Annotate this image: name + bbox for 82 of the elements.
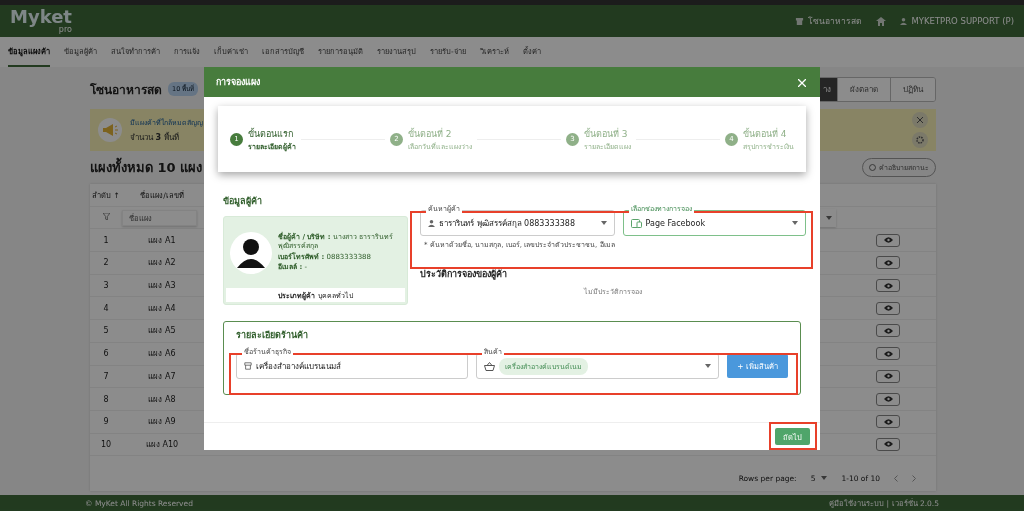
zone-name[interactable]: โซนอาหารสด [808, 14, 863, 28]
dropdown-caret-icon [826, 215, 832, 220]
section-title: ข้อมูลผู้ค้า [223, 195, 263, 208]
highlight-frame [769, 422, 817, 450]
table-cell-text: 8 [102, 394, 110, 404]
table-cell-text: แผง A6 [147, 348, 177, 361]
table-cell-text: แผง A4 [147, 302, 177, 315]
view-button[interactable] [876, 369, 900, 383]
step-title: ขั้นตอนแรก [248, 127, 294, 141]
dropdown-caret-icon [792, 221, 798, 225]
table-cell-text: 4 [102, 303, 110, 313]
eye-icon [883, 373, 893, 380]
dropdown-caret-icon [600, 221, 607, 225]
table-cell-text: แผง A5 [147, 325, 177, 338]
view-button[interactable] [876, 256, 900, 270]
table-cell-text: 2 [102, 258, 110, 268]
table-cell-text: 5 [102, 326, 110, 336]
help-icon [869, 164, 876, 171]
close-icon [917, 117, 923, 123]
eye-icon [883, 237, 893, 244]
close-icon [798, 78, 806, 87]
basket-icon [484, 361, 496, 371]
dropdown-caret-icon [821, 476, 828, 480]
home-icon[interactable] [876, 16, 887, 26]
eye-icon [883, 327, 893, 334]
eye-icon [883, 282, 893, 289]
section-title: รายละเอียดร้านค้า [236, 329, 309, 342]
section-title: ประวัติการจองของผู้ค้า [420, 268, 508, 281]
alert-text: จำนวน 3 พื้นที่ [130, 131, 180, 144]
table-cell-text: แผง A3 [147, 280, 177, 293]
table-cell-text: 6 [102, 349, 110, 359]
view-button[interactable] [876, 437, 900, 451]
page-title: โซนอาหารสด [90, 81, 162, 99]
eye-icon [883, 418, 893, 425]
step-title: ขั้นตอนที่ 2 [408, 127, 453, 141]
table-cell-text: 7 [102, 371, 110, 381]
table-cell-text: แผง A7 [147, 370, 177, 383]
table-cell-text: แผง A9 [147, 416, 177, 429]
view-button[interactable] [876, 233, 900, 247]
view-button[interactable] [876, 415, 900, 429]
user-name[interactable]: MYKETPRO SUPPORT (P) [911, 16, 1014, 26]
close-button[interactable] [912, 112, 928, 128]
devices-icon [630, 218, 642, 228]
view-button[interactable] [876, 301, 900, 315]
view-button[interactable] [876, 347, 900, 361]
field-value: เครื่องสำอางค์แบรนเนมส์ [256, 360, 342, 373]
table-cell-text: แผง A2 [147, 257, 177, 270]
view-button[interactable] [876, 324, 900, 338]
table-cell-text: 9 [102, 417, 110, 427]
step-title: ขั้นตอนที่ 3 [584, 127, 629, 141]
store-icon [244, 362, 252, 370]
logo-text: Myket [10, 8, 72, 26]
field-value: Page Facebook [645, 218, 707, 228]
eye-icon [883, 441, 893, 448]
step-title: ขั้นตอนที่ 4 [743, 127, 788, 141]
eye-icon [883, 259, 893, 266]
logo-subtext: pro [58, 26, 72, 34]
view-toggle[interactable]: ผังตลาด [837, 77, 890, 101]
view-toggle[interactable]: ปฏิทิน [890, 77, 935, 101]
section-heading: แผงทั้งหมด 10 แผง [90, 157, 203, 178]
table-cell-text: 3 [102, 281, 110, 291]
view-button[interactable] [876, 392, 900, 406]
eye-icon [883, 305, 893, 312]
field-value: ธารารินทร์ พุฒิสรรค์สกุล 0883333388 [439, 217, 576, 230]
user-icon [428, 219, 435, 227]
dropdown-caret-icon [705, 364, 712, 368]
eye-icon [883, 350, 893, 357]
filter-icon [102, 213, 110, 221]
settings-icon [916, 136, 924, 144]
table-cell-text: แผง A1 [147, 234, 177, 247]
table-cell-text: 10 [99, 439, 113, 449]
table-cell-text: แผง A8 [147, 393, 177, 406]
table-cell-text: แผง A10 [144, 438, 180, 451]
eye-icon [883, 396, 893, 403]
store-icon [795, 16, 805, 26]
view-button[interactable] [876, 279, 900, 293]
user-icon [900, 17, 908, 25]
avatar-silhouette [230, 229, 272, 276]
table-cell-text: 1 [102, 235, 110, 245]
settings-button[interactable] [912, 132, 928, 148]
megaphone-icon [102, 124, 118, 136]
dialog-title: การจองแผง [216, 76, 260, 89]
